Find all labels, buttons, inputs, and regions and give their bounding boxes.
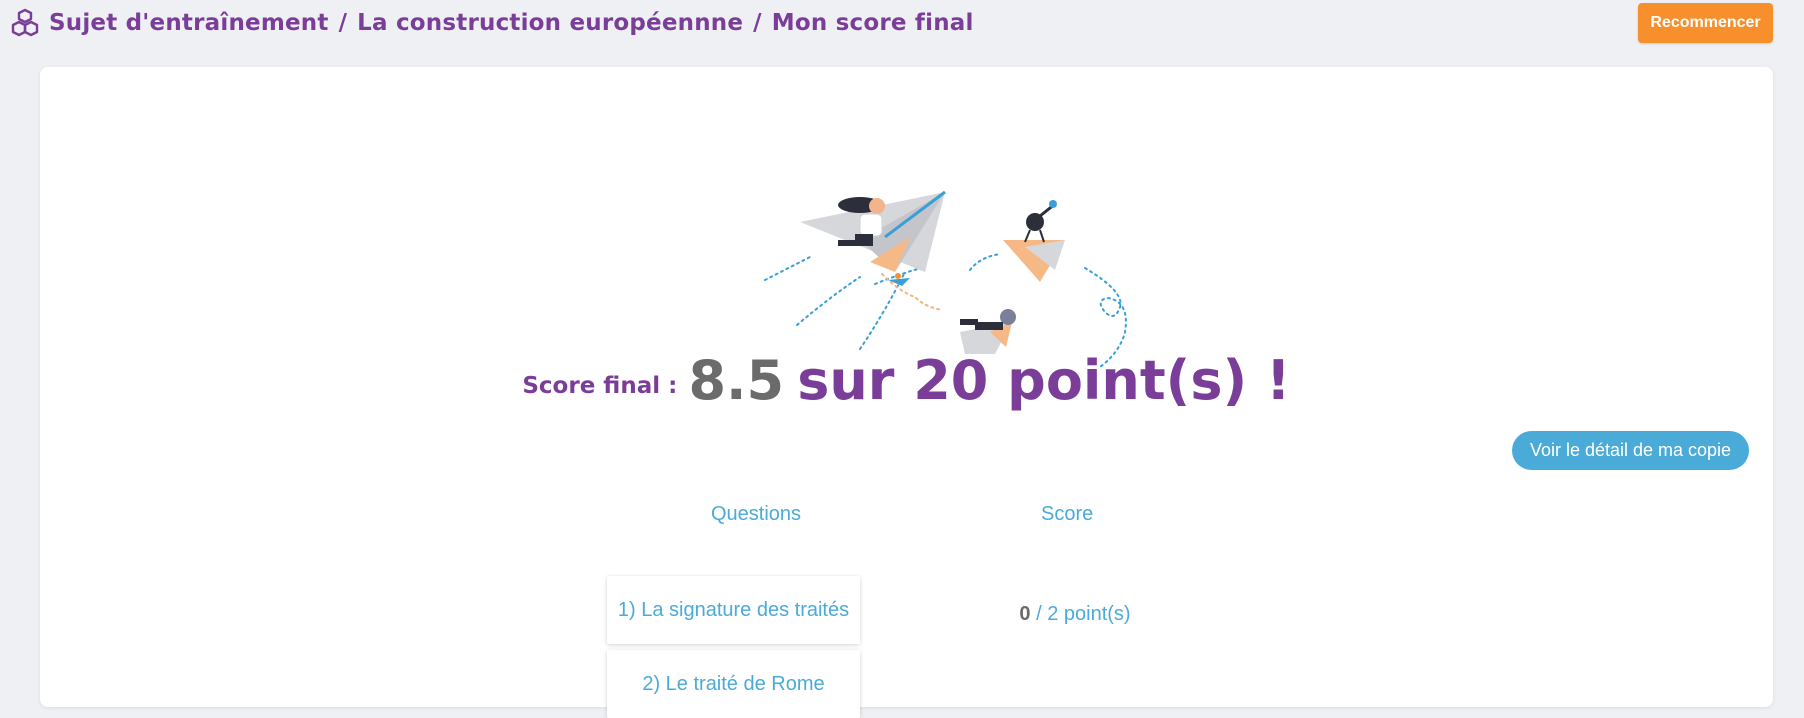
view-details-button[interactable]: Voir le détail de ma copie [1512, 431, 1749, 470]
breadcrumb-separator: / [338, 10, 348, 36]
breadcrumb-separator: / [753, 10, 762, 36]
question-row[interactable]: 1) La signature des traités [607, 576, 860, 644]
breadcrumb-item-subject[interactable]: Sujet d'entraînement [49, 10, 329, 36]
breadcrumb-item-topic[interactable]: La construction européennne [357, 10, 743, 36]
question-score-max: / 2 point(s) [1036, 603, 1131, 625]
restart-button[interactable]: Recommencer [1638, 3, 1773, 43]
questions-column-header: Questions [711, 503, 802, 525]
question-score-obtained: 0 [1019, 603, 1031, 625]
question-score: 0 / 2 point(s) [940, 603, 1210, 626]
score-total-text: sur 20 point(s) ! [797, 349, 1291, 412]
score-column-header: Score [1041, 503, 1094, 525]
result-card: Score final : 8.5 sur 20 point(s) ! Voir… [40, 67, 1773, 718]
cubes-icon [11, 8, 39, 37]
top-bar: Sujet d'entraînement / La construction e… [0, 0, 1804, 66]
score-value: 8.5 [688, 349, 785, 412]
score-label: Score final : [522, 373, 678, 399]
breadcrumb-item-current: Mon score final [771, 10, 974, 36]
breadcrumb: Sujet d'entraînement / La construction e… [10, 8, 974, 38]
final-score: Score final : 8.5 sur 20 point(s) ! [40, 349, 1773, 412]
question-row[interactable]: 2) Le traité de Rome [607, 650, 860, 718]
question-label: 2) Le traité de Rome [642, 672, 825, 695]
question-label: 1) La signature des traités [617, 598, 850, 621]
